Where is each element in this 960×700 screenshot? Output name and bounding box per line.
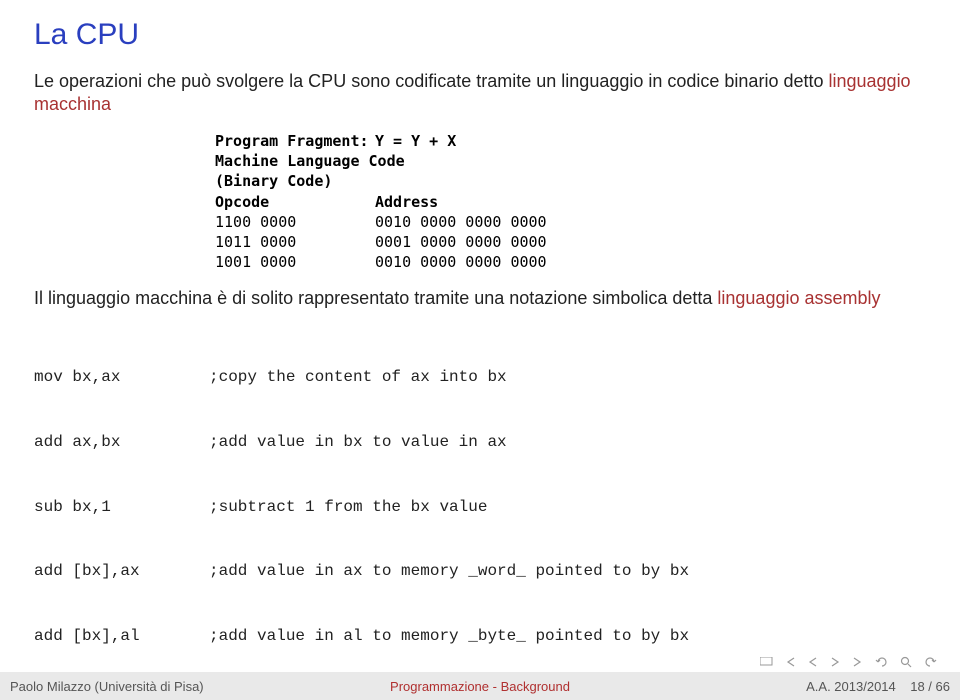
opcode-header: Opcode bbox=[215, 192, 375, 212]
nav-first-icon[interactable] bbox=[760, 657, 774, 667]
paragraph-2: Il linguaggio macchina è di solito rappr… bbox=[34, 287, 926, 310]
asm-comment: ;copy the content of ax into bx bbox=[209, 367, 926, 389]
asm-row: mov bx,ax;copy the content of ax into bx bbox=[34, 367, 926, 389]
asm-comment: ;subtract 1 from the bx value bbox=[209, 497, 926, 519]
code-row: 1100 0000 0010 0000 0000 0000 bbox=[215, 212, 745, 232]
opcode-cell: 1011 0000 bbox=[215, 232, 375, 252]
address-cell: 0001 0000 0000 0000 bbox=[375, 232, 745, 252]
asm-instr: add ax,bx bbox=[34, 432, 209, 454]
asm-comment: ;add value in al to memory _byte_ pointe… bbox=[209, 626, 926, 648]
nav-search-icon[interactable] bbox=[900, 656, 912, 668]
nav-next-icon[interactable] bbox=[830, 657, 840, 667]
para2-highlight: linguaggio assembly bbox=[717, 288, 880, 308]
code-row: 1011 0000 0001 0000 0000 0000 bbox=[215, 232, 745, 252]
slide-body: La CPU Le operazioni che può svolgere la… bbox=[0, 0, 960, 700]
nav-forward-icon[interactable] bbox=[924, 656, 938, 668]
asm-instr: add [bx],ax bbox=[34, 561, 209, 583]
mlc-label: Machine Language Code bbox=[215, 151, 745, 171]
machine-code-block: Program Fragment: Y = Y + X Machine Lang… bbox=[215, 131, 745, 273]
beamer-nav-icons bbox=[760, 656, 938, 668]
nav-back-icon[interactable] bbox=[874, 656, 888, 668]
footer-bar: Paolo Milazzo (Università di Pisa) Progr… bbox=[0, 672, 960, 700]
binary-code-label: (Binary Code) bbox=[215, 171, 745, 191]
asm-comment: ;add value in ax to memory _word_ pointe… bbox=[209, 561, 926, 583]
para1-text: Le operazioni che può svolgere la CPU so… bbox=[34, 71, 829, 91]
asm-instr: add [bx],al bbox=[34, 626, 209, 648]
footer-right: A.A. 2013/2014 18 / 66 bbox=[637, 679, 950, 694]
para2-text: Il linguaggio macchina è di solito rappr… bbox=[34, 288, 717, 308]
program-fragment-label: Program Fragment: bbox=[215, 131, 375, 151]
footer-author: Paolo Milazzo (Università di Pisa) bbox=[10, 679, 323, 694]
opcode-cell: 1001 0000 bbox=[215, 252, 375, 272]
address-cell: 0010 0000 0000 0000 bbox=[375, 252, 745, 272]
program-fragment-expr: Y = Y + X bbox=[375, 131, 745, 151]
footer-title: Programmazione - Background bbox=[323, 679, 636, 694]
assembly-block: mov bx,ax;copy the content of ax into bx… bbox=[34, 324, 926, 691]
nav-next2-icon[interactable] bbox=[852, 657, 862, 667]
footer-page: 18 / 66 bbox=[910, 679, 950, 694]
nav-prev-icon[interactable] bbox=[786, 657, 796, 667]
slide-title: La CPU bbox=[34, 18, 926, 52]
opcode-cell: 1100 0000 bbox=[215, 212, 375, 232]
paragraph-1: Le operazioni che può svolgere la CPU so… bbox=[34, 70, 926, 117]
asm-instr: mov bx,ax bbox=[34, 367, 209, 389]
asm-row: add ax,bx;add value in bx to value in ax bbox=[34, 432, 926, 454]
asm-comment: ;add value in bx to value in ax bbox=[209, 432, 926, 454]
asm-row: add [bx],al;add value in al to memory _b… bbox=[34, 626, 926, 648]
asm-instr: sub bx,1 bbox=[34, 497, 209, 519]
footer-year: A.A. 2013/2014 bbox=[806, 679, 896, 694]
address-cell: 0010 0000 0000 0000 bbox=[375, 212, 745, 232]
asm-row: add [bx],ax;add value in ax to memory _w… bbox=[34, 561, 926, 583]
address-header: Address bbox=[375, 192, 745, 212]
nav-prev2-icon[interactable] bbox=[808, 657, 818, 667]
code-row: 1001 0000 0010 0000 0000 0000 bbox=[215, 252, 745, 272]
asm-row: sub bx,1;subtract 1 from the bx value bbox=[34, 497, 926, 519]
